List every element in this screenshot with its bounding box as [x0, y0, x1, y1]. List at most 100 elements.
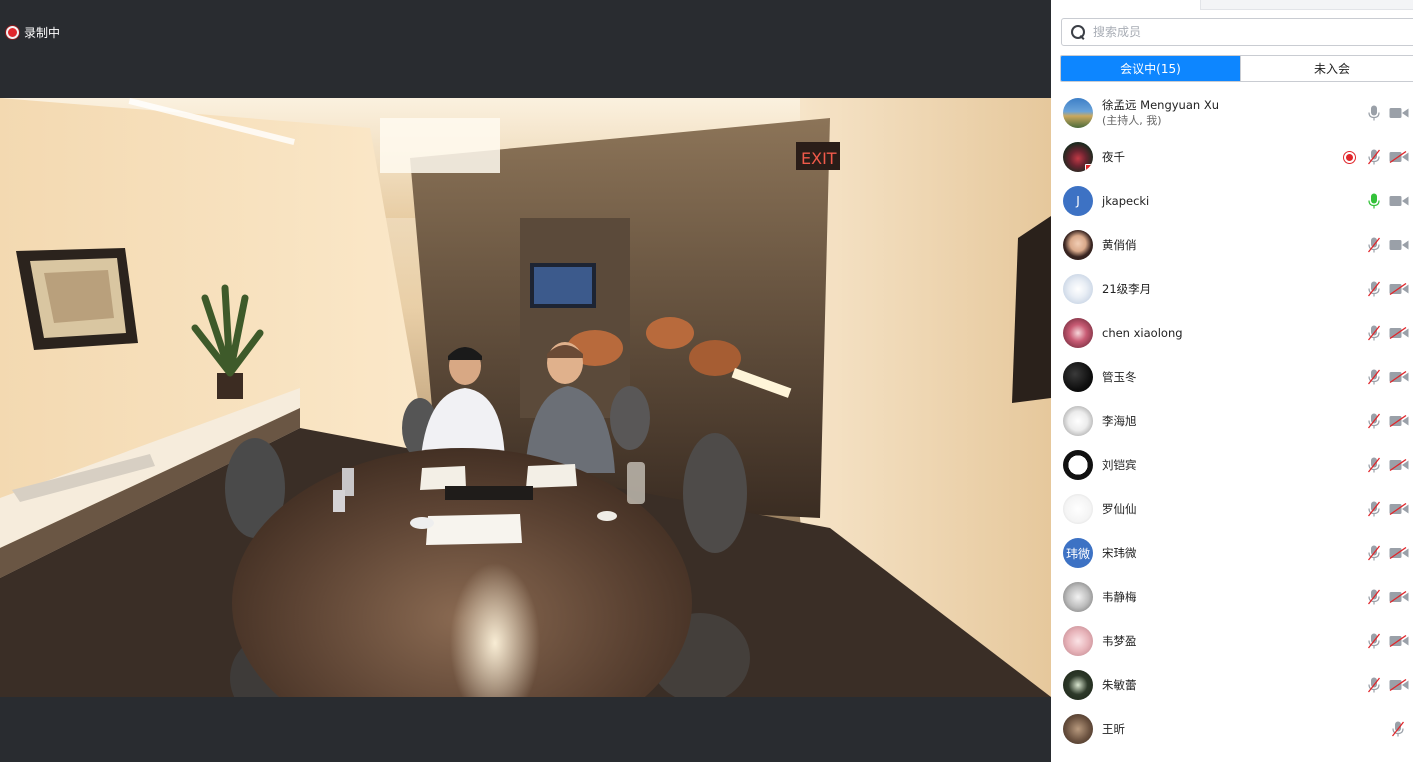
- tab-not-joined[interactable]: 未入会: [1240, 56, 1413, 81]
- camera-off-icon[interactable]: [1389, 591, 1409, 603]
- participant-name: 王昕: [1102, 721, 1125, 736]
- video-stage: 录制中 EXIT: [0, 0, 1051, 762]
- participant-name: 刘铠宾: [1102, 457, 1137, 472]
- mic-muted-icon[interactable]: [1368, 457, 1380, 473]
- avatar-initials: J: [1076, 194, 1080, 208]
- mic-muted-icon[interactable]: [1368, 369, 1380, 385]
- camera-off-icon[interactable]: [1389, 283, 1409, 295]
- camera-icon[interactable]: [1389, 195, 1409, 207]
- participant-name-block: chen xiaolong: [1102, 326, 1183, 341]
- participant-name-block: 朱敏蕾: [1102, 678, 1137, 693]
- participant-name: 徐孟远 Mengyuan Xu: [1102, 98, 1219, 112]
- mic-muted-icon[interactable]: [1368, 501, 1380, 517]
- mic-muted-icon[interactable]: [1368, 281, 1380, 297]
- participant-row[interactable]: 王昕: [1051, 707, 1413, 751]
- microphone-icon[interactable]: [1368, 105, 1380, 121]
- participant-row[interactable]: Jjkapecki: [1051, 179, 1413, 223]
- avatar: J: [1063, 186, 1093, 216]
- recording-badge-icon: [1085, 164, 1093, 172]
- member-search-input[interactable]: [1093, 25, 1393, 39]
- search-icon: [1070, 24, 1086, 40]
- meeting-window: 录制中 EXIT 搜索成员 会议中(15) 未入会 徐孟远 Mengyuan X…: [0, 0, 1413, 762]
- mic-muted-icon[interactable]: [1392, 721, 1404, 737]
- participant-row[interactable]: 刘铠宾: [1051, 443, 1413, 487]
- camera-off-icon[interactable]: [1389, 547, 1409, 559]
- avatar: 玮微: [1063, 538, 1093, 568]
- participants-panel: 会议中(15) 未入会 徐孟远 Mengyuan Xu (主持人, 我) 夜千 Jjk…: [1051, 0, 1413, 762]
- avatar: [1063, 494, 1093, 524]
- mic-muted-icon[interactable]: [1368, 589, 1380, 605]
- main-video[interactable]: EXIT: [0, 98, 1051, 697]
- camera-off-icon[interactable]: [1389, 679, 1409, 691]
- camera-off-icon[interactable]: [1389, 635, 1409, 647]
- member-search-box[interactable]: [1061, 18, 1413, 46]
- camera-icon[interactable]: [1389, 107, 1409, 119]
- avatar: [1063, 98, 1093, 128]
- participant-name: 黄俏俏: [1102, 237, 1137, 252]
- mic-muted-icon[interactable]: [1368, 237, 1380, 253]
- avatar: [1063, 670, 1093, 700]
- conference-room-scene: EXIT: [0, 98, 1051, 697]
- participant-name: 21级李月: [1102, 281, 1152, 296]
- participant-name: 李海旭: [1102, 413, 1137, 428]
- mic-muted-icon[interactable]: [1368, 633, 1380, 649]
- participant-name-block: 韦梦盈: [1102, 634, 1137, 649]
- avatar: [1063, 582, 1093, 612]
- avatar: [1063, 450, 1093, 480]
- participant-row[interactable]: 徐孟远 Mengyuan Xu (主持人, 我): [1051, 91, 1413, 135]
- participant-name-block: 韦静梅: [1102, 590, 1137, 605]
- participant-name-block: 王昕: [1102, 722, 1125, 737]
- participant-name: 罗仙仙: [1102, 501, 1137, 516]
- participant-name: 宋玮微: [1102, 545, 1137, 560]
- participant-row[interactable]: 罗仙仙: [1051, 487, 1413, 531]
- participant-name-block: 徐孟远 Mengyuan Xu (主持人, 我): [1102, 98, 1219, 128]
- participant-name-block: 刘铠宾: [1102, 458, 1137, 473]
- participant-row[interactable]: 韦静梅: [1051, 575, 1413, 619]
- participant-name-block: 黄俏俏: [1102, 238, 1137, 253]
- microphone-icon[interactable]: [1368, 193, 1380, 209]
- participant-row[interactable]: 管玉冬: [1051, 355, 1413, 399]
- participant-name-block: 21级李月: [1102, 282, 1151, 297]
- recording-indicator: 录制中: [6, 24, 60, 41]
- participant-name-block: 李海旭: [1102, 414, 1137, 429]
- participant-name-block: 宋玮微: [1102, 546, 1137, 561]
- avatar: [1063, 406, 1093, 436]
- svg-text:EXIT: EXIT: [801, 149, 837, 168]
- tab-in-meeting[interactable]: 会议中(15): [1061, 56, 1240, 81]
- mic-muted-icon[interactable]: [1368, 325, 1380, 341]
- participant-row[interactable]: 21级李月: [1051, 267, 1413, 311]
- avatar: [1063, 142, 1093, 172]
- camera-off-icon[interactable]: [1389, 151, 1409, 163]
- camera-icon[interactable]: [1389, 239, 1409, 251]
- participant-row[interactable]: 黄俏俏: [1051, 223, 1413, 267]
- camera-off-icon[interactable]: [1389, 459, 1409, 471]
- participant-name-block: 管玉冬: [1102, 370, 1137, 385]
- participant-role: (主持人, 我): [1102, 114, 1162, 127]
- participant-row[interactable]: 玮微 宋玮微: [1051, 531, 1413, 575]
- participant-row[interactable]: 李海旭: [1051, 399, 1413, 443]
- camera-off-icon[interactable]: [1389, 327, 1409, 339]
- avatar: [1063, 714, 1093, 744]
- avatar: [1063, 626, 1093, 656]
- avatar: [1063, 274, 1093, 304]
- participant-row[interactable]: chen xiaolong: [1051, 311, 1413, 355]
- camera-off-icon[interactable]: [1389, 415, 1409, 427]
- participant-row[interactable]: 朱敏蕾: [1051, 663, 1413, 707]
- participant-name: 管玉冬: [1102, 369, 1137, 384]
- participant-row[interactable]: 韦梦盈: [1051, 619, 1413, 663]
- mic-muted-icon[interactable]: [1368, 545, 1380, 561]
- panel-tab-stub[interactable]: [1200, 0, 1413, 10]
- participant-list: 徐孟远 Mengyuan Xu (主持人, 我) 夜千 Jjkapecki 黄俏俏 21级…: [1051, 91, 1413, 751]
- avatar: [1063, 362, 1093, 392]
- participant-row[interactable]: 夜千: [1051, 135, 1413, 179]
- participant-name-block: 夜千: [1102, 150, 1125, 165]
- mic-muted-icon[interactable]: [1368, 677, 1380, 693]
- camera-off-icon[interactable]: [1389, 371, 1409, 383]
- mic-muted-icon[interactable]: [1368, 149, 1380, 165]
- camera-off-icon[interactable]: [1389, 503, 1409, 515]
- participant-name: jkapecki: [1102, 193, 1150, 208]
- participant-name: 韦静梅: [1102, 589, 1137, 604]
- mic-muted-icon[interactable]: [1368, 413, 1380, 429]
- participant-tabs: 会议中(15) 未入会: [1060, 55, 1413, 82]
- participant-name-block: jkapecki: [1102, 194, 1149, 209]
